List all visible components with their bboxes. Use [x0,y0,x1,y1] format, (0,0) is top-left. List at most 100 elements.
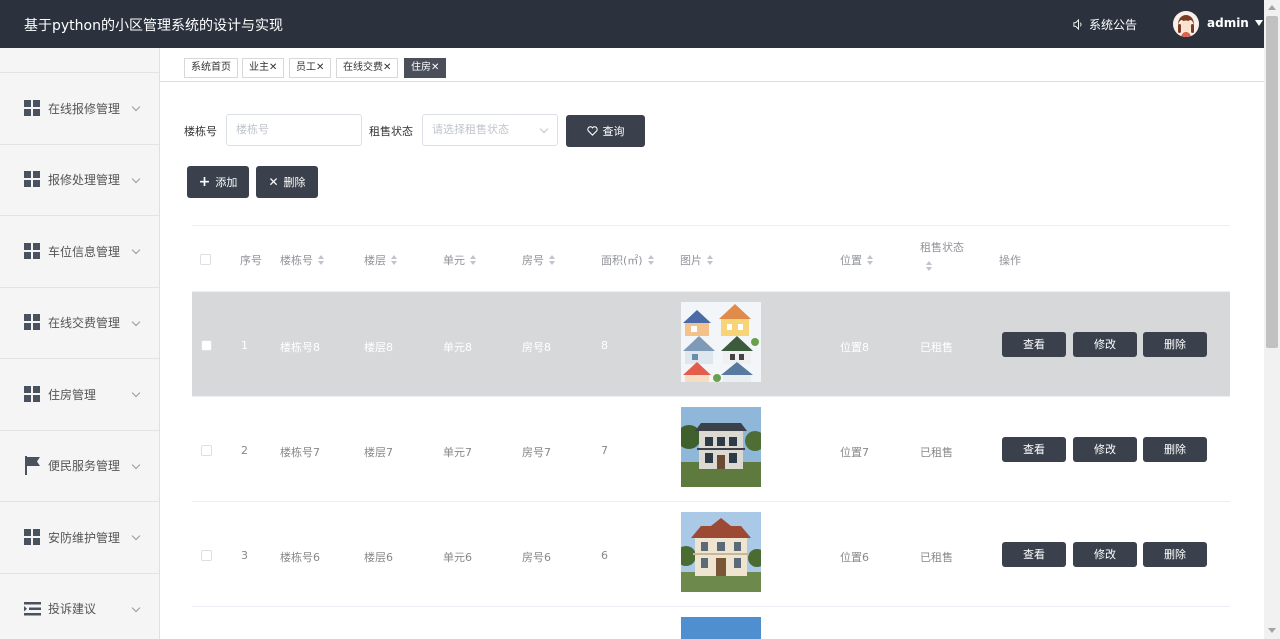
tab-home[interactable]: 系统首页 [184,58,238,78]
row-checkbox[interactable] [201,340,212,351]
edit-button[interactable]: 修改 [1073,542,1137,567]
header-location[interactable]: 位置 [840,252,873,268]
user-avatar-icon [1173,11,1199,37]
sidebar-item-security[interactable]: 安防维护管理 [0,502,159,574]
tab-label: 业主 [249,62,269,73]
sort-icon[interactable] [549,255,555,265]
header-area[interactable]: 面积(㎡) [601,252,654,268]
house-image-partial [681,617,761,639]
scrollbar-thumb[interactable] [1266,16,1278,348]
header-building[interactable]: 楼栋号 [280,252,324,268]
sort-icon[interactable] [867,255,873,265]
sidebar-item-parking[interactable]: 车位信息管理 [0,216,159,288]
delete-button[interactable]: 删除 [1143,332,1207,357]
query-button[interactable]: 查询 [566,115,645,147]
system-notice-link[interactable]: 系统公告 [1073,16,1137,33]
tab-label: 员工 [296,62,316,73]
cell-index: 3 [241,549,248,562]
scroll-up-icon[interactable] [1268,5,1276,10]
select-all-checkbox[interactable] [200,254,211,265]
delete-button[interactable]: 删除 [1143,542,1207,567]
row-checkbox[interactable] [201,445,212,456]
sort-icon[interactable] [926,261,932,271]
status-select[interactable]: 请选择租售状态 [422,114,558,146]
table-row[interactable]: 3 楼栋号6 楼层6 单元6 房号6 6 位置6 已租售 查看 修改 删除 [192,502,1230,607]
grid-icon [23,171,41,189]
speaker-icon [1073,19,1082,30]
app-title: 基于python的小区管理系统的设计与实现 [24,18,283,34]
tab-housing[interactable]: 住房✕ [404,58,447,78]
add-button-label: 添加 [215,176,238,189]
sidebar-item-complaints[interactable]: 投诉建议 [0,574,159,639]
sidebar-spacer [0,48,159,73]
sidebar-item-housing[interactable]: 住房管理 [0,359,159,431]
header-image[interactable]: 图片 [680,252,713,268]
flag-icon [23,456,41,476]
tab-label: 住房 [411,62,431,73]
chevron-down-icon [131,460,141,469]
user-menu[interactable]: admin [1207,16,1263,30]
avatar[interactable] [1173,11,1199,37]
row-checkbox[interactable] [201,550,212,561]
header-room[interactable]: 房号 [522,252,555,268]
sidebar-item-repair-handling[interactable]: 报修处理管理 [0,145,159,216]
batch-delete-button[interactable]: ✕ 删除 [256,166,318,198]
close-icon[interactable]: ✕ [383,62,391,73]
grid-icon [23,385,41,403]
heart-icon [586,126,598,136]
sort-icon[interactable] [470,255,476,265]
close-icon[interactable]: ✕ [431,62,439,73]
cell-building: 楼栋号8 [280,341,320,354]
chevron-down-icon [539,124,549,134]
view-button[interactable]: 查看 [1002,332,1066,357]
close-icon[interactable]: ✕ [316,62,324,73]
cell-floor: 楼层8 [364,341,393,354]
header-floor[interactable]: 楼层 [364,252,397,268]
sidebar-item-services[interactable]: 便民服务管理 [0,431,159,502]
view-button[interactable]: 查看 [1002,437,1066,462]
cell-area: 7 [601,444,608,457]
table-row[interactable]: 1 楼栋号8 楼层8 单元8 房号8 8 位置8 已租售 查看 修改 删除 [192,292,1230,397]
cell-unit: 单元8 [443,341,472,354]
view-button[interactable]: 查看 [1002,542,1066,567]
sidebar-item-repair[interactable]: 在线报修管理 [0,73,159,145]
tab-label: 在线交费 [343,62,383,73]
building-label: 楼栋号 [184,125,217,138]
header-unit[interactable]: 单元 [443,252,476,268]
header-status[interactable]: 租售状态 [920,239,964,271]
sidebar-item-label: 投诉建议 [48,602,97,617]
tab-staff[interactable]: 员工✕ [289,58,332,78]
delete-button[interactable]: 删除 [1143,437,1207,462]
header-index: 序号 [240,254,262,267]
close-icon[interactable]: ✕ [269,62,277,73]
edit-button[interactable]: 修改 [1073,437,1137,462]
tab-owner[interactable]: 业主✕ [242,58,285,78]
sort-icon[interactable] [318,255,324,265]
cell-building: 楼栋号6 [280,551,320,564]
sidebar-item-payment[interactable]: 在线交费管理 [0,288,159,359]
sort-icon[interactable] [647,255,654,265]
tab-payment[interactable]: 在线交费✕ [336,58,399,78]
house-image[interactable] [681,512,761,592]
table-row-partial [192,607,1230,639]
sort-icon[interactable] [707,255,713,265]
caret-down-icon [1254,20,1263,26]
sort-icon[interactable] [391,255,397,265]
cell-status: 已租售 [920,341,953,354]
edit-button[interactable]: 修改 [1073,332,1137,357]
scroll-down-icon[interactable] [1268,628,1276,633]
sidebar-item-label: 住房管理 [48,387,97,402]
building-input[interactable]: 楼栋号 [226,114,362,146]
sidebar-item-label: 在线交费管理 [48,316,121,331]
house-image[interactable] [681,302,761,382]
grid-icon [23,314,41,332]
delete-button-label: 删除 [283,176,306,189]
chevron-down-icon [131,603,141,612]
cell-floor: 楼层6 [364,551,393,564]
add-button[interactable]: + 添加 [187,166,249,198]
cell-status: 已租售 [920,551,953,564]
table-row[interactable]: 2 楼栋号7 楼层7 单元7 房号7 7 位置7 已租售 查看 修改 删除 [192,397,1230,502]
grid-icon [23,528,41,546]
status-select-placeholder: 请选择租售状态 [432,123,509,136]
house-image[interactable] [681,407,761,487]
